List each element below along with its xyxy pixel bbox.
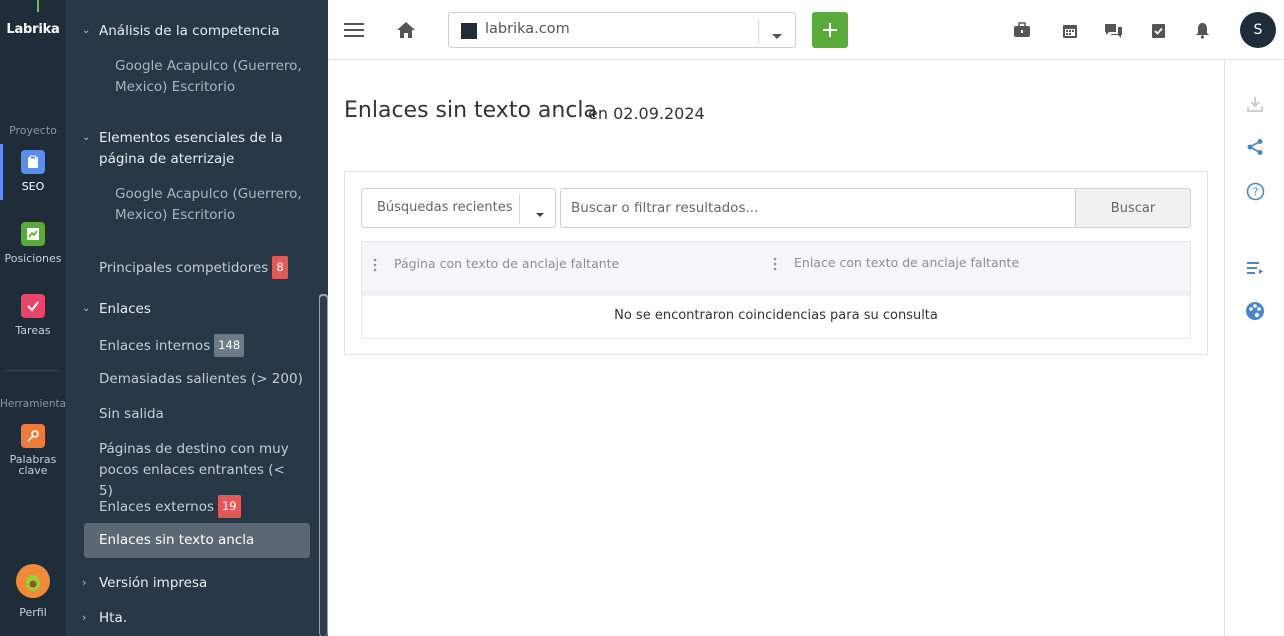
- domain-select[interactable]: labrika.com: [448, 12, 796, 48]
- column-menu-icon[interactable]: [772, 256, 778, 275]
- user-avatar[interactable]: S: [1240, 12, 1276, 48]
- download-icon[interactable]: [1245, 94, 1265, 114]
- logo-accent: [37, 0, 39, 12]
- page-date: en 02.09.2024: [588, 104, 705, 123]
- results-table: Página con texto de anclaje faltante Enl…: [361, 241, 1191, 339]
- rail-item-tasks[interactable]: Tareas: [0, 294, 66, 337]
- clipboard-icon: [21, 150, 45, 174]
- rail-item-profile[interactable]: Perfil: [0, 564, 66, 619]
- section-label-tools: Herramientas: [0, 398, 72, 410]
- table-header: Página con texto de anclaje faltante Enl…: [362, 242, 1190, 290]
- right-toolbar: ?: [1224, 60, 1284, 636]
- rail-item-positions[interactable]: Posiciones: [0, 222, 66, 265]
- column-menu-icon[interactable]: [372, 257, 378, 276]
- sidebar-menu: Elementos esenciales ⌄ Análisis de la co…: [66, 0, 328, 636]
- results-panel: Búsquedas recientes Buscar Página con te…: [344, 171, 1208, 355]
- search-input[interactable]: [560, 188, 1076, 228]
- rail-item-label: Posiciones: [4, 252, 62, 265]
- select-divider: [758, 19, 759, 43]
- app-logo[interactable]: Labrika: [0, 22, 66, 37]
- sidebar-scrollbar-thumb[interactable]: [320, 296, 327, 636]
- count-badge: 148: [214, 334, 245, 357]
- avocado-avatar-icon: [16, 564, 50, 598]
- column-header-link[interactable]: Enlace con texto de anclaje faltante: [794, 255, 1019, 270]
- select-divider: [519, 194, 520, 224]
- section-label-project: Proyecto: [9, 124, 57, 137]
- briefcase-icon[interactable]: [1012, 20, 1032, 40]
- recent-searches-select[interactable]: Búsquedas recientes: [361, 188, 556, 228]
- count-badge: 19: [217, 495, 241, 518]
- rail-item-label: Palabras clave: [9, 453, 57, 477]
- caret-down-icon[interactable]: [535, 204, 545, 223]
- table-divider: [362, 290, 1190, 296]
- column-header-page[interactable]: Página con texto de anclaje faltante: [394, 256, 619, 271]
- page-title: Enlaces sin texto ancla: [344, 98, 598, 123]
- caret-down-icon[interactable]: [771, 26, 783, 45]
- clipboard-check-icon[interactable]: [1148, 20, 1168, 40]
- svg-text:?: ?: [1252, 185, 1258, 198]
- chevron-right-icon: ›: [82, 576, 87, 589]
- rail-item-label: Tareas: [15, 324, 51, 337]
- chevron-down-icon: ⌄: [82, 25, 91, 36]
- hamburger-menu-icon[interactable]: [342, 18, 366, 42]
- home-icon[interactable]: [394, 18, 418, 42]
- rail-divider: [6, 370, 58, 371]
- check-icon: [21, 294, 45, 318]
- top-bar: labrika.com S: [328, 0, 1284, 60]
- empty-state-message: No se encontraron coincidencias para su …: [614, 308, 938, 323]
- bell-icon[interactable]: [1192, 20, 1212, 40]
- palette-icon[interactable]: [1245, 301, 1265, 321]
- calendar-icon[interactable]: [1060, 20, 1080, 40]
- chevron-down-icon: ⌄: [82, 303, 91, 314]
- list-settings-icon[interactable]: [1245, 258, 1265, 278]
- site-favicon-icon: [461, 23, 477, 39]
- key-icon: [21, 424, 45, 448]
- chat-icon[interactable]: [1103, 20, 1123, 40]
- main-content: Enlaces sin texto ancla en 02.09.2024 Bú…: [328, 60, 1224, 636]
- chart-icon: [21, 222, 45, 246]
- rail-item-label: SEO: [21, 180, 45, 193]
- help-icon[interactable]: ?: [1245, 181, 1265, 201]
- share-icon[interactable]: [1245, 137, 1265, 157]
- rail-item-keywords[interactable]: Palabras clave: [0, 424, 66, 476]
- app-rail: Labrika Proyecto SEO Posiciones Tareas H…: [0, 0, 72, 636]
- chevron-down-icon: ⌄: [82, 132, 91, 143]
- rail-item-seo[interactable]: SEO: [0, 150, 66, 193]
- rail-item-label: Perfil: [19, 606, 47, 619]
- search-button[interactable]: Buscar: [1075, 188, 1191, 228]
- chevron-right-icon: ›: [82, 611, 87, 624]
- plus-icon: [823, 23, 837, 37]
- add-project-button[interactable]: [812, 12, 848, 48]
- count-badge: 8: [272, 256, 288, 279]
